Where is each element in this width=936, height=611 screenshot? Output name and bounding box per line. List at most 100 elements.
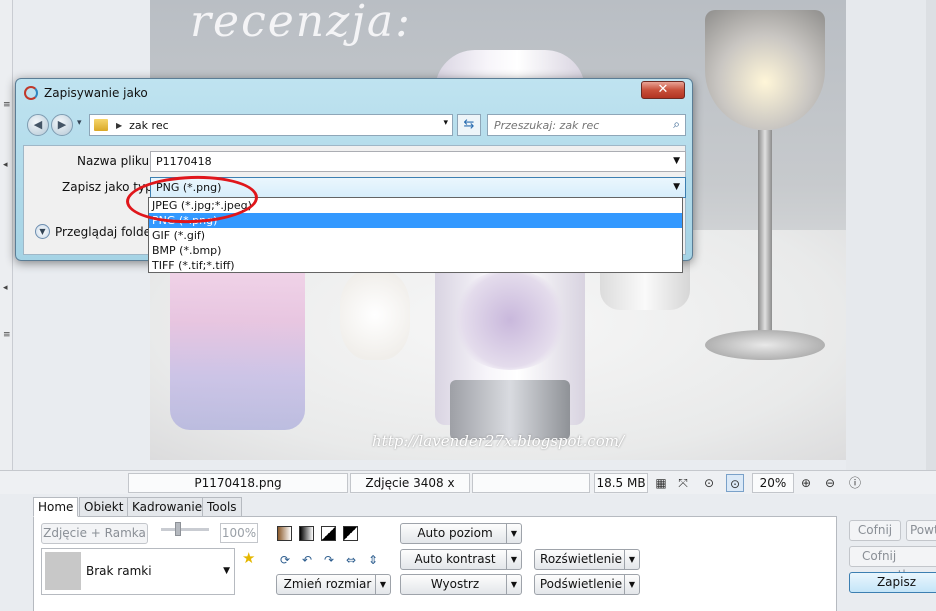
filename-field[interactable]: P1170418 ▼ [150,151,686,172]
auto-level-button[interactable]: Auto poziom ▼ [400,523,522,544]
scrollbar[interactable] [926,0,936,470]
dialog-titlebar: Zapisywanie jako [24,86,148,100]
filetype-dropdown-icon[interactable]: ▼ [673,178,680,197]
frame-select[interactable]: Brak ramki ▼ [41,548,235,595]
backlight-label[interactable]: Podświetlenie [540,577,622,591]
info-icon[interactable]: ⓘ [846,474,864,492]
filetype-option[interactable]: GIF (*.gif) [149,228,682,243]
flip-vertical-icon[interactable]: ⇕ [365,552,381,568]
brighten-button[interactable]: Rozświetlenie ▼ [534,549,640,570]
undo-all-button[interactable]: Cofnij wszystk [849,546,936,582]
frame-percent[interactable]: 100% [220,523,258,543]
transparency-icon[interactable]: ▦ [652,474,670,492]
grip-icon-2: ≡ [3,330,11,340]
photo-glass-stem [758,130,772,350]
frame-thumbnail [45,552,81,590]
close-button[interactable]: ✕ [641,81,685,99]
sharpen-label[interactable]: Wyostrz [431,577,479,591]
photo-tube-cap [450,380,570,440]
resize-dropdown-icon[interactable]: ▼ [375,575,390,594]
search-box[interactable]: ⌕ [487,114,686,136]
rotate-left-icon[interactable]: ↶ [299,552,315,568]
tab-home[interactable]: Home [33,497,79,517]
frame-dropdown-icon[interactable]: ▼ [223,566,230,576]
tab-object[interactable]: Obiekt [79,497,129,517]
frame-select-value[interactable]: Brak ramki [86,564,152,578]
brighten-label[interactable]: Rozświetlenie [540,552,622,566]
favorite-star-icon[interactable]: ★ [242,549,255,567]
filetype-option[interactable]: BMP (*.bmp) [149,243,682,258]
grip-icon: ≡ [3,100,11,110]
photo-watermark: http://lavender27x.blogspot.com/ [372,432,625,450]
resize-button[interactable]: Zmień rozmiar ▼ [276,574,391,595]
photo-candle-glass [705,10,825,130]
filename-dropdown-icon[interactable]: ▼ [673,152,680,171]
zoom-level[interactable]: 20% [752,473,794,493]
brighten-dropdown-icon[interactable]: ▼ [624,550,639,569]
resize-label[interactable]: Zmień rozmiar [284,577,372,591]
right-panel [846,0,936,470]
chevron-down-icon[interactable]: ▼ [35,224,50,239]
backlight-dropdown-icon[interactable]: ▼ [624,575,639,594]
filename-value[interactable]: P1170418 [156,155,212,168]
address-dropdown-icon[interactable]: ▾ [443,118,448,128]
filename-label: Nazwa pliku: [77,154,154,168]
status-bar: P1170418.png Zdjęcie 3408 x 2407 18.5 MB… [0,470,936,508]
fit-screen-icon[interactable]: ⤧ [674,474,692,492]
breadcrumb-separator-icon[interactable]: ▶ [116,121,122,130]
auto-contrast-button[interactable]: Auto kontrast ▼ [400,549,522,570]
photo-roses [340,270,410,360]
search-input[interactable] [488,115,658,135]
auto-contrast-label[interactable]: Auto kontrast [414,552,495,566]
collapse-arrow-icon[interactable]: ◂ [3,160,8,170]
address-path[interactable]: zak rec [129,119,168,132]
zoom-in-icon[interactable]: ⊕ [797,474,815,492]
redo-button[interactable]: Powt [906,520,936,541]
status-empty [472,473,590,493]
app-icon [24,86,38,100]
frame-slider[interactable] [161,522,209,536]
tab-crop[interactable]: Kadrowanie [127,497,208,517]
photo-glass-base [705,330,825,360]
ribbon-panel-home: Zdjęcie + Ramka 100% Brak ramki ▼ ★ ⟳ ↶ … [33,516,837,611]
slider-thumb[interactable] [175,522,181,536]
left-splitter[interactable]: ≡ ◂ ◂ ≡ [0,0,13,470]
sepia-icon[interactable] [277,526,292,541]
contrast-icon[interactable] [321,526,336,541]
sharpen-dropdown-icon[interactable]: ▼ [506,575,521,594]
auto-level-label[interactable]: Auto poziom [417,526,492,540]
browse-folders-toggle[interactable]: ▼ Przeglądaj foldery [35,224,163,239]
collapse-arrow-icon-2[interactable]: ◂ [3,283,8,293]
refresh-icon[interactable]: ⇆ [457,114,481,136]
back-arrow-icon[interactable]: ◀ [27,114,49,136]
forward-arrow-icon[interactable]: ▶ [51,114,73,136]
filetype-option[interactable]: TIFF (*.tif;*.tiff) [149,258,682,273]
auto-contrast-dropdown-icon[interactable]: ▼ [506,550,521,569]
photo-tube-label [450,270,570,370]
browse-folders-label[interactable]: Przeglądaj foldery [55,225,163,239]
address-bar[interactable]: ▶ zak rec ▾ [89,114,453,136]
sharpen-button[interactable]: Wyostrz ▼ [400,574,522,595]
photo-frame-button[interactable]: Zdjęcie + Ramka [41,523,148,544]
photo-candle-jar [170,250,305,430]
tab-tools[interactable]: Tools [202,497,242,517]
zoom-actual-icon[interactable]: ⊙ [700,474,718,492]
save-button[interactable]: Zapisz [849,572,936,593]
invert-icon[interactable] [343,526,358,541]
rotate-icon[interactable]: ⟳ [277,552,293,568]
photo-title-text: recenzja: [190,0,412,47]
zoom-out-icon[interactable]: ⊖ [821,474,839,492]
grayscale-icon[interactable] [299,526,314,541]
flip-horizontal-icon[interactable]: ⇔ [343,552,359,568]
folder-icon [94,119,108,131]
auto-level-dropdown-icon[interactable]: ▼ [506,524,521,543]
status-filename: P1170418.png [128,473,348,493]
backlight-button[interactable]: Podświetlenie ▼ [534,574,640,595]
rotate-right-icon[interactable]: ↷ [321,552,337,568]
status-dimensions: Zdjęcie 3408 x 2407 [350,473,470,508]
history-dropdown-icon[interactable]: ▾ [77,118,82,128]
search-icon[interactable]: ⌕ [673,117,680,132]
undo-button[interactable]: Cofnij [849,520,901,541]
status-filesize: 18.5 MB [594,473,648,493]
zoom-fit-icon[interactable]: ⊙ [726,474,744,492]
